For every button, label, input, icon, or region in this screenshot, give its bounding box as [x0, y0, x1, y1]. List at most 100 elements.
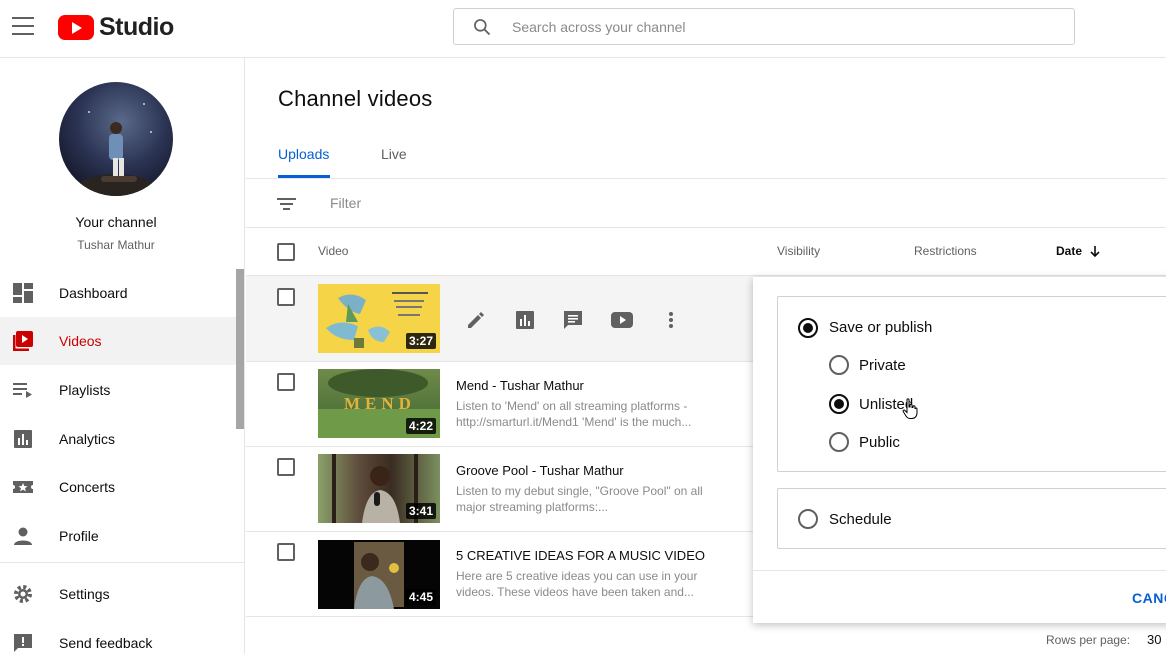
sidebar-item-dashboard[interactable]: Dashboard — [0, 269, 236, 317]
column-header-date-label: Date — [1056, 244, 1083, 258]
row-checkbox[interactable] — [277, 458, 295, 476]
video-description-line: major streaming platforms:... — [456, 500, 609, 514]
sidebar: Your channel Tushar Mathur Dashboard Vid… — [0, 58, 245, 654]
studio-app: Studio Your channel Tushar Mathur Dashbo… — [0, 0, 1166, 654]
video-description-line: videos. These videos have been taken and… — [456, 585, 694, 599]
sidebar-item-label: Settings — [59, 586, 110, 602]
video-thumbnail[interactable]: 3:41 — [318, 454, 440, 523]
video-duration: 3:27 — [405, 333, 436, 349]
avatar[interactable] — [59, 82, 173, 196]
thumbnail-text: MEND — [344, 394, 416, 413]
sidebar-item-analytics[interactable]: Analytics — [0, 415, 236, 463]
video-description-line: Here are 5 creative ideas you can use in… — [456, 569, 698, 583]
filter-input[interactable]: Filter — [330, 195, 361, 211]
popup-divider — [753, 570, 1166, 571]
schedule-box[interactable]: Schedule — [777, 488, 1166, 549]
sidebar-item-label: Analytics — [59, 431, 116, 447]
video-description-line: http://smarturl.it/Mend1 'Mend' is the m… — [456, 415, 692, 429]
channel-name: Tushar Mathur — [77, 238, 155, 252]
sidebar-item-send-feedback[interactable]: Send feedback — [0, 619, 236, 654]
sidebar-item-label: Dashboard — [59, 285, 128, 301]
analytics-icon — [12, 428, 34, 450]
column-header-video: Video — [318, 244, 349, 258]
sidebar-item-profile[interactable]: Profile — [0, 512, 236, 560]
video-description: Here are 5 creative ideas you can use in… — [456, 568, 726, 600]
sidebar-item-videos[interactable]: Videos — [0, 317, 236, 365]
video-duration: 4:45 — [405, 589, 436, 605]
column-header-restrictions[interactable]: Restrictions — [914, 244, 977, 258]
public-radio[interactable] — [829, 432, 849, 452]
schedule-radio[interactable] — [798, 509, 818, 529]
column-header-visibility[interactable]: Visibility — [777, 244, 820, 258]
sidebar-item-label: Concerts — [59, 479, 116, 495]
cancel-button[interactable]: CANC — [1132, 590, 1166, 606]
unlisted-radio[interactable] — [829, 394, 849, 414]
studio-logo[interactable]: Studio — [58, 13, 174, 42]
video-description: Listen to 'Mend' on all streaming platfo… — [456, 398, 726, 430]
video-duration: 4:22 — [405, 418, 436, 434]
youtube-logo-icon — [58, 15, 94, 40]
tabs-divider — [246, 178, 1166, 179]
column-header-date[interactable]: Date — [1056, 244, 1101, 258]
visibility-popup: Save or publish Private Unlisted Public … — [753, 277, 1166, 623]
profile-icon — [12, 525, 34, 547]
row-divider — [246, 616, 756, 617]
rows-per-page-select[interactable]: 30 — [1147, 632, 1161, 647]
sidebar-item-settings[interactable]: Settings — [0, 570, 236, 618]
video-description-line: Listen to 'Mend' on all streaming platfo… — [456, 399, 688, 413]
analytics-icon[interactable] — [513, 308, 537, 332]
video-description: Listen to my debut single, "Groove Pool"… — [456, 483, 726, 515]
search-icon — [474, 18, 491, 35]
logo-text: Studio — [99, 13, 174, 41]
videos-icon — [12, 330, 34, 352]
search-box[interactable] — [453, 8, 1075, 45]
video-title[interactable]: Groove Pool - Tushar Mathur — [456, 463, 624, 478]
dashboard-icon — [12, 282, 34, 304]
page-title: Channel videos — [278, 86, 433, 111]
video-description-line: Listen to my debut single, "Groove Pool"… — [456, 484, 703, 498]
sidebar-item-playlists[interactable]: Playlists — [0, 366, 236, 414]
channel-title: Your channel — [75, 214, 157, 230]
sidebar-scrollbar[interactable] — [236, 269, 244, 429]
filter-divider — [246, 227, 1166, 228]
save-or-publish-box[interactable]: Save or publish Private Unlisted Public — [777, 296, 1166, 472]
menu-icon[interactable] — [12, 17, 34, 35]
private-label: Private — [859, 357, 906, 374]
save-or-publish-radio[interactable] — [798, 318, 818, 338]
sidebar-item-label: Playlists — [59, 382, 111, 398]
video-thumbnail[interactable]: MEND 4:22 — [318, 369, 440, 438]
row-checkbox[interactable] — [277, 288, 295, 306]
row-checkbox[interactable] — [277, 543, 295, 561]
arrow-down-icon — [1090, 246, 1100, 258]
private-radio[interactable] — [829, 355, 849, 375]
more-options-icon[interactable] — [659, 308, 683, 332]
avatar-photo — [76, 103, 156, 196]
filter-icon[interactable] — [277, 195, 297, 213]
tab-live[interactable]: Live — [381, 146, 407, 162]
concerts-icon — [12, 476, 34, 498]
comments-icon[interactable] — [561, 308, 585, 332]
save-or-publish-label: Save or publish — [829, 319, 933, 336]
public-label: Public — [859, 434, 900, 451]
hand-cursor-icon — [902, 398, 918, 419]
schedule-label: Schedule — [829, 511, 892, 528]
video-title[interactable]: 5 CREATIVE IDEAS FOR A MUSIC VIDEO — [456, 548, 705, 563]
row-checkbox[interactable] — [277, 373, 295, 391]
sidebar-divider — [0, 562, 245, 563]
sidebar-item-concerts[interactable]: Concerts — [0, 463, 236, 511]
video-thumbnail[interactable]: 3:27 — [318, 284, 440, 353]
sidebar-item-label: Profile — [59, 528, 99, 544]
playlists-icon — [12, 379, 34, 401]
edit-icon[interactable] — [464, 308, 488, 332]
video-title[interactable]: Mend - Tushar Mathur — [456, 378, 584, 393]
video-duration: 3:41 — [405, 503, 436, 519]
video-thumbnail[interactable]: 4:45 — [318, 540, 440, 609]
tab-uploads[interactable]: Uploads — [278, 146, 329, 162]
select-all-checkbox[interactable] — [277, 243, 295, 261]
rows-per-page-label: Rows per page: — [1046, 633, 1131, 647]
top-bar: Studio — [0, 0, 1166, 58]
sidebar-item-label: Videos — [59, 333, 102, 349]
youtube-play-icon[interactable] — [610, 308, 634, 332]
search-input[interactable] — [512, 18, 1012, 35]
sidebar-item-label: Send feedback — [59, 635, 153, 651]
